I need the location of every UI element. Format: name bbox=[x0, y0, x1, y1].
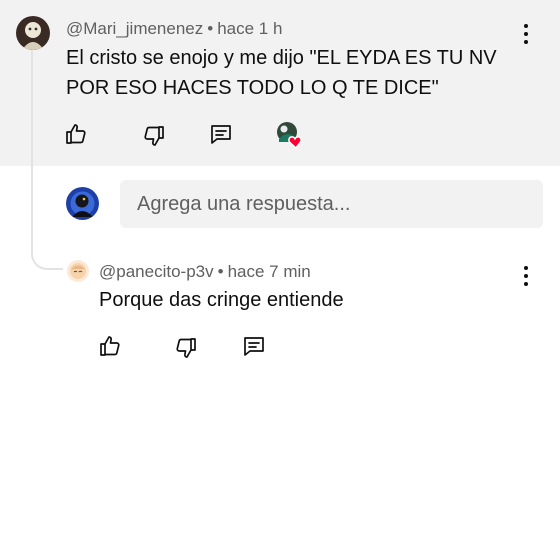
kebab-dot bbox=[524, 266, 528, 270]
comment-icon bbox=[211, 125, 231, 144]
reply-time[interactable]: hace 7 min bbox=[228, 262, 311, 281]
thumbs-up-icon bbox=[66, 124, 86, 144]
comment-meta: @Mari_jimenenez • hace 1 h bbox=[66, 19, 282, 39]
reply-input-placeholder: Agrega una respuesta... bbox=[137, 192, 351, 215]
reply-dislike-button[interactable] bbox=[172, 334, 200, 362]
comment-author[interactable]: @Mari_jimenenez bbox=[66, 19, 203, 38]
thread-line bbox=[31, 48, 63, 270]
comment-time[interactable]: hace 1 h bbox=[217, 19, 282, 38]
thumbs-down-icon bbox=[144, 126, 164, 146]
thumbs-up-icon bbox=[100, 336, 120, 356]
reply-author[interactable]: @panecito-p3v bbox=[99, 262, 214, 281]
comment-reply-button[interactable] bbox=[207, 120, 235, 148]
kebab-dot bbox=[524, 24, 528, 28]
commenter-avatar[interactable] bbox=[16, 16, 50, 50]
current-user-avatar bbox=[66, 187, 99, 220]
reply-text: Porque das cringe entiende bbox=[99, 289, 344, 311]
kebab-dot bbox=[524, 274, 528, 278]
creator-heart-icon bbox=[277, 122, 302, 150]
reply-reply-button[interactable] bbox=[240, 332, 268, 360]
comment-more-button[interactable] bbox=[520, 22, 532, 46]
creator-heart-badge bbox=[275, 120, 305, 150]
kebab-dot bbox=[524, 32, 528, 36]
replier-avatar[interactable] bbox=[67, 260, 89, 282]
kebab-dot bbox=[524, 40, 528, 44]
comment-like-button[interactable] bbox=[62, 120, 90, 148]
meta-separator: • bbox=[207, 19, 214, 38]
thumbs-down-icon bbox=[176, 338, 196, 358]
reply-more-button[interactable] bbox=[520, 264, 532, 288]
meta-separator: • bbox=[217, 262, 224, 281]
reply-input[interactable]: Agrega una respuesta... bbox=[120, 180, 543, 228]
reply-meta: @panecito-p3v • hace 7 min bbox=[99, 262, 311, 282]
kebab-dot bbox=[524, 282, 528, 286]
reply-like-button[interactable] bbox=[96, 332, 124, 360]
comment-dislike-button[interactable] bbox=[140, 122, 168, 150]
comment-icon bbox=[244, 337, 264, 356]
comment-text: El cristo se enojo y me dijo "EL EYDA ES… bbox=[66, 47, 497, 99]
